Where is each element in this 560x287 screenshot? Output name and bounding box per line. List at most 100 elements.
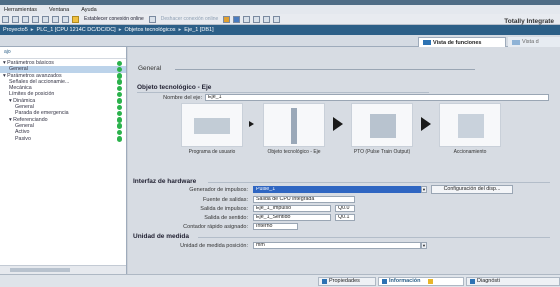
- axis-name-input[interactable]: Eje_1: [205, 94, 549, 101]
- properties-icon: [322, 279, 327, 284]
- hsc-label: Contador rápido asignado:: [183, 224, 248, 230]
- download-icon[interactable]: [62, 15, 69, 23]
- tree-item-label: Referenciando: [13, 116, 48, 123]
- chevron-down-icon[interactable]: ▼: [421, 186, 427, 193]
- tab-other-view-label: Vista d: [522, 39, 539, 45]
- parameter-view-icon: [512, 39, 520, 45]
- tree-item-label: General: [9, 66, 28, 73]
- direction-output-address[interactable]: Q0.1: [335, 214, 355, 221]
- connect-online-button[interactable]: Establecer conexión online: [84, 16, 144, 22]
- function-view-icon: [423, 40, 431, 45]
- pto-caption: PTO (Pulse Train Output): [353, 149, 411, 155]
- compile-icon[interactable]: [52, 15, 59, 23]
- info-icon: [382, 279, 387, 284]
- toolbar: Establecer conexión online Deshacer cone…: [0, 14, 560, 25]
- pulse-generator-select[interactable]: Pulse_1: [253, 186, 421, 193]
- tree-item-label: Dinámica: [13, 97, 36, 104]
- breadcrumb-project[interactable]: Proyecto5: [3, 27, 28, 33]
- menu-bar: Herramientas Ventana Ayuda: [0, 5, 560, 14]
- pulse-output-label: Salida de impulsos:: [200, 206, 248, 212]
- disconnect-online-button[interactable]: Deshacer conexión online: [161, 16, 219, 22]
- brand-label: Totally Integrate: [504, 18, 554, 25]
- breadcrumb-separator: ▸: [118, 27, 122, 33]
- tab-diagnostics[interactable]: Diagnósti: [466, 277, 560, 286]
- status-ok-icon: [116, 73, 122, 79]
- copy-icon[interactable]: [32, 15, 39, 23]
- pulse-output-address[interactable]: Q0.0: [335, 205, 355, 212]
- menu-ventana[interactable]: Ventana: [49, 7, 69, 13]
- tab-properties-label: Propiedades: [329, 278, 360, 284]
- status-ok-icon: [116, 136, 122, 142]
- navigation-pane: ajo ▾ Parámetros básicos General ▾ Parámet…: [0, 47, 127, 274]
- window-icon[interactable]: [263, 15, 271, 23]
- diagnostics-icon: [470, 279, 475, 284]
- pto-block: [351, 103, 413, 147]
- accessible-devices-icon[interactable]: [223, 15, 231, 23]
- divider: [175, 69, 475, 70]
- save-icon[interactable]: [12, 15, 19, 23]
- arrow-icon: [421, 117, 431, 131]
- scrollbar-thumb[interactable]: [10, 268, 70, 272]
- units-title: Unidad de medida: [133, 233, 189, 240]
- window2-icon[interactable]: [273, 15, 281, 23]
- position-unit-label: Unidad de medida posición:: [180, 243, 248, 249]
- pulse-generator-label: Generador de impulsos:: [189, 187, 248, 193]
- paste-icon[interactable]: [42, 15, 49, 23]
- axis-icon: [291, 108, 297, 144]
- parameter-tree: ▾ Parámetros básicos General ▾ Parámetros …: [0, 59, 126, 142]
- pulse-output-field[interactable]: Eje_1_Impulso: [253, 205, 331, 212]
- chevron-down-icon[interactable]: ▼: [421, 242, 427, 249]
- menu-herramientas[interactable]: Herramientas: [4, 7, 37, 13]
- go-online-icon[interactable]: [72, 15, 79, 23]
- divider: [198, 237, 550, 238]
- horizontal-scrollbar[interactable]: [0, 265, 126, 274]
- cut-icon[interactable]: [22, 15, 29, 23]
- split-editor-icon[interactable]: [243, 15, 251, 23]
- output-source-label: Fuente de salidas:: [203, 197, 248, 203]
- tab-function-view[interactable]: Vista de funciones: [418, 37, 506, 47]
- monitor-icon[interactable]: [233, 15, 241, 23]
- drive-block: [439, 103, 501, 147]
- editor-area: General Objeto tecnológico - Eje Nombre …: [128, 47, 560, 274]
- pulse-train-icon: [370, 114, 396, 138]
- tab-info[interactable]: Información: [378, 277, 464, 286]
- go-offline-icon[interactable]: [148, 15, 156, 23]
- position-unit-select[interactable]: mm: [253, 242, 421, 249]
- tree-item-label: Activo: [15, 129, 30, 136]
- status-ok-icon: [116, 98, 122, 104]
- function-diagram: Programa de usuario Objeto tecnológico -…: [181, 103, 541, 185]
- hardware-interface-title: Interfaz de hardware: [133, 178, 197, 185]
- tech-object-caption: Objeto tecnológico - Eje: [267, 149, 321, 155]
- status-ok-icon: [116, 104, 122, 111]
- output-source-field[interactable]: Salida de CPU integrada: [253, 196, 355, 203]
- direction-output-field[interactable]: Eje_1_Sentido: [253, 214, 331, 221]
- breadcrumb-axis[interactable]: Eje_1 [DB1]: [184, 27, 213, 33]
- tab-other-view[interactable]: Vista d: [508, 37, 560, 47]
- direction-output-label: Salida de sentido:: [204, 215, 248, 221]
- tech-object-block: [263, 103, 325, 147]
- tree-item-label: Parada de emergencia: [15, 110, 69, 117]
- breadcrumb-tech-objects[interactable]: Objetos tecnológicos: [124, 27, 175, 33]
- breadcrumb-separator: ▸: [178, 27, 182, 33]
- hsc-field[interactable]: Interno: [253, 223, 298, 230]
- menu-ayuda[interactable]: Ayuda: [81, 7, 97, 13]
- status-ok-icon: [116, 129, 122, 136]
- user-program-block: [181, 103, 243, 147]
- breadcrumb-plc[interactable]: PLC_1 [CPU 1214C DC/DC/DC]: [37, 27, 116, 33]
- status-ok-icon: [116, 110, 122, 117]
- close-icon[interactable]: [253, 15, 261, 23]
- breadcrumb: Proyecto5 ▸ PLC_1 [CPU 1214C DC/DC/DC] ▸…: [0, 25, 560, 35]
- tree-item-label: Señales del accionamie...: [9, 78, 70, 85]
- tree-item-label: Parámetros avanzados: [7, 72, 62, 79]
- status-ok-icon: [116, 91, 122, 98]
- breadcrumb-separator: ▸: [30, 27, 34, 33]
- divider: [208, 182, 550, 183]
- new-icon[interactable]: [2, 15, 9, 23]
- tab-properties[interactable]: Propiedades: [318, 277, 376, 286]
- tree-item[interactable]: Pasivo: [0, 136, 126, 142]
- status-ok-icon: [116, 85, 122, 92]
- tree-item-label: Mecánica: [9, 85, 32, 92]
- view-tab-bar: Vista de funciones Vista d: [0, 35, 560, 47]
- tree-item-label: Parámetros básicos: [7, 60, 54, 66]
- device-config-button[interactable]: Configuración del disp...: [431, 185, 513, 194]
